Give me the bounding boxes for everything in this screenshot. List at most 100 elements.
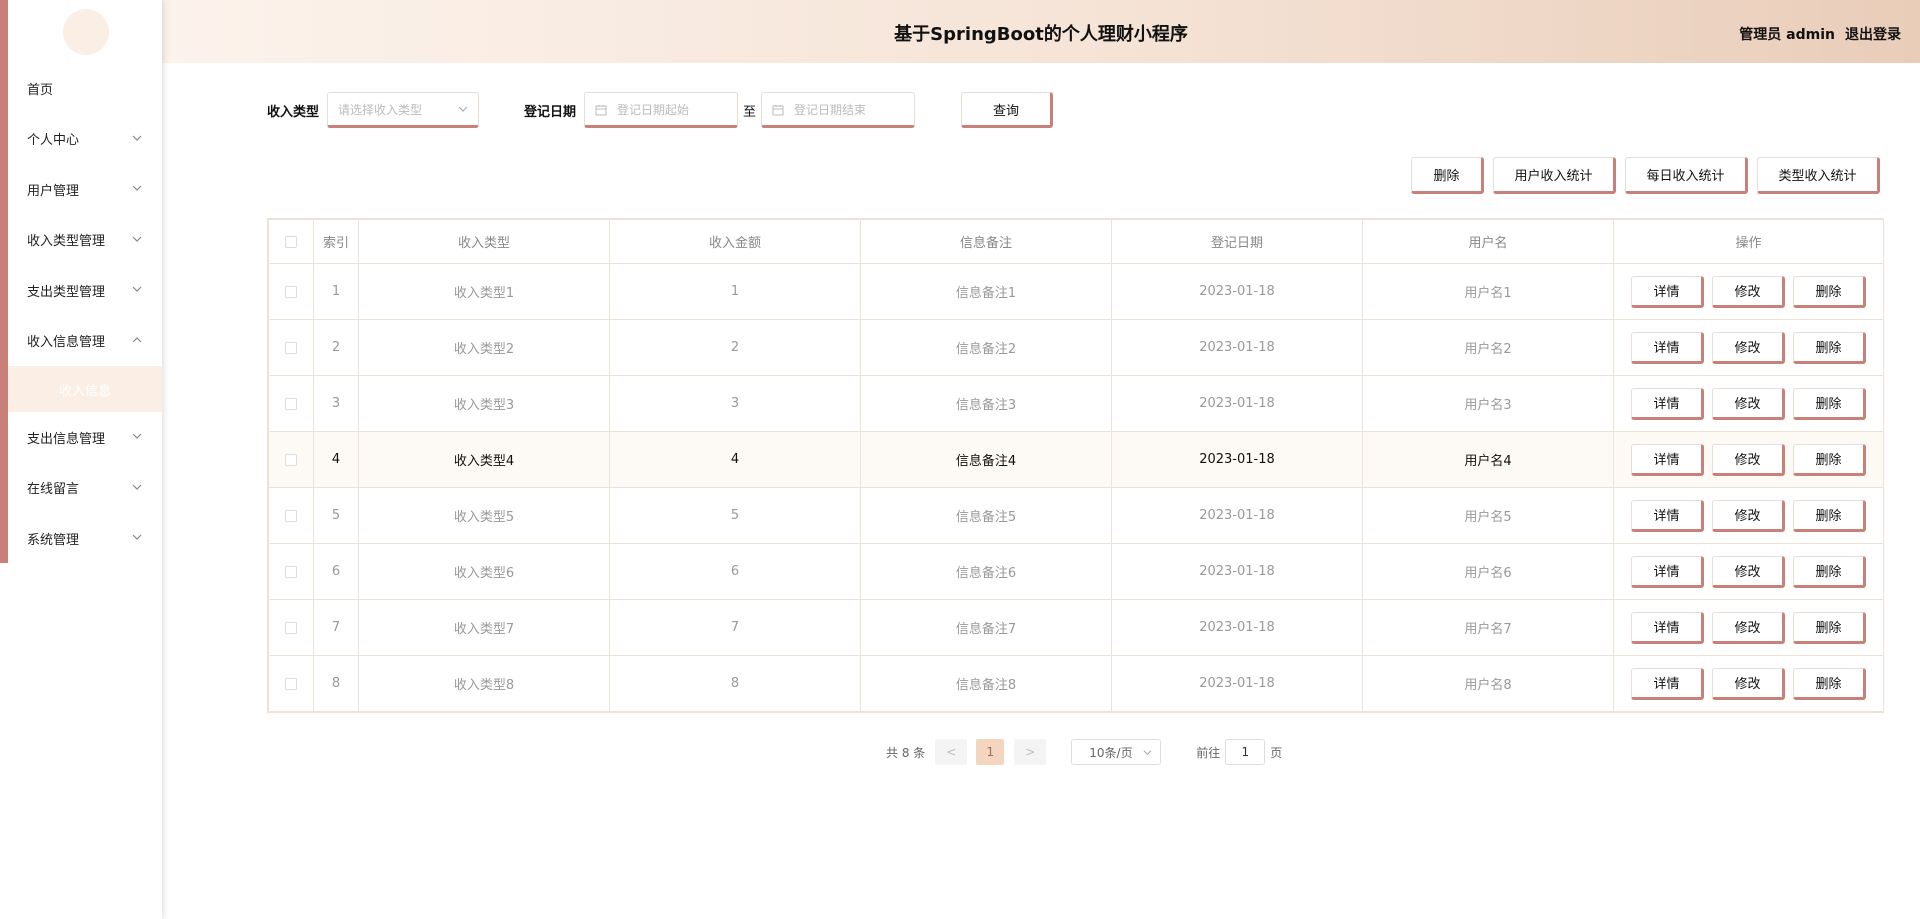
sidebar-item-label: 在线留言: [27, 482, 80, 498]
detail-button[interactable]: 详情: [1631, 499, 1704, 532]
column-header: 信息备注: [860, 219, 1112, 264]
note-cell: 信息备注1: [860, 263, 1112, 320]
delete-button[interactable]: 删除: [1793, 443, 1866, 476]
query-button[interactable]: 查询: [961, 92, 1054, 128]
detail-button[interactable]: 详情: [1631, 387, 1704, 420]
column-header: 登记日期: [1111, 219, 1363, 264]
detail-button[interactable]: 详情: [1631, 667, 1704, 700]
date-start-placeholder: 登记日期起始: [617, 102, 690, 117]
operations-cell: 详情 修改 删除: [1613, 375, 1884, 432]
operations-cell: 详情 修改 删除: [1613, 543, 1884, 600]
calendar-icon: [772, 105, 784, 116]
next-page-button[interactable]: >: [1014, 739, 1047, 765]
operations-cell: 详情 修改 删除: [1613, 319, 1884, 376]
row-select-cell[interactable]: [268, 375, 314, 432]
sidebar-item-system-management[interactable]: 系统管理: [8, 513, 162, 564]
sidebar-item-expense-type-management[interactable]: 支出类型管理: [8, 265, 162, 316]
row-select-cell[interactable]: [268, 431, 314, 488]
note-cell: 信息备注7: [860, 599, 1112, 656]
row-checkbox[interactable]: [285, 397, 297, 410]
sidebar-item-label: 收入信息管理: [27, 335, 106, 351]
delete-button[interactable]: 删除: [1793, 611, 1866, 644]
type-income-stats-button[interactable]: 类型收入统计: [1757, 157, 1880, 194]
detail-button[interactable]: 详情: [1631, 611, 1704, 644]
search-bar: 收入类型 请选择收入类型 登记日期 登记日期起始 至 登记日期结束 查询: [267, 92, 1054, 128]
user-income-stats-button[interactable]: 用户收入统计: [1493, 157, 1616, 194]
table-row: 6 收入类型6 6 信息备注6 2023-01-18 用户名6 详情 修改 删除: [268, 543, 1884, 600]
chevron-down-icon: [132, 183, 142, 193]
sidebar-item-online-message[interactable]: 在线留言: [8, 463, 162, 514]
sidebar-item-personal-center[interactable]: 个人中心: [8, 114, 162, 165]
delete-button[interactable]: 删除: [1793, 499, 1866, 532]
edit-button[interactable]: 修改: [1712, 331, 1785, 364]
detail-button[interactable]: 详情: [1631, 275, 1704, 308]
edit-button[interactable]: 修改: [1712, 555, 1785, 588]
income-type-cell: 收入类型2: [358, 319, 610, 376]
sidebar-subitem-label: 收入信息: [58, 383, 111, 399]
app-title: 基于SpringBoot的个人理财小程序: [894, 24, 1188, 45]
detail-button[interactable]: 详情: [1631, 331, 1704, 364]
goto-page-input[interactable]: [1225, 739, 1266, 765]
edit-button[interactable]: 修改: [1712, 499, 1785, 532]
delete-button[interactable]: 删除: [1793, 667, 1866, 700]
date-range-separator: 至: [743, 104, 757, 120]
operations-cell: 详情 修改 删除: [1613, 487, 1884, 544]
table-header-row: 索引 收入类型 收入金额 信息备注 登记日期 用户名 操作: [268, 219, 1884, 264]
delete-button[interactable]: 删除: [1793, 331, 1866, 364]
row-checkbox[interactable]: [285, 621, 297, 634]
chevron-down-icon: [132, 284, 142, 294]
row-checkbox[interactable]: [285, 285, 297, 298]
sidebar-item-user-management[interactable]: 用户管理: [8, 164, 162, 215]
batch-delete-button[interactable]: 删除: [1411, 157, 1484, 194]
edit-button[interactable]: 修改: [1712, 387, 1785, 420]
row-select-cell[interactable]: [268, 487, 314, 544]
sidebar-item-label: 支出信息管理: [27, 431, 106, 447]
operations-cell: 详情 修改 删除: [1613, 263, 1884, 320]
row-checkbox[interactable]: [285, 509, 297, 522]
index-cell: 7: [313, 599, 359, 656]
edit-button[interactable]: 修改: [1712, 667, 1785, 700]
income-type-placeholder: 请选择收入类型: [338, 102, 423, 117]
chevron-down-icon: [132, 532, 142, 542]
row-checkbox[interactable]: [285, 677, 297, 690]
row-select-cell[interactable]: [268, 599, 314, 656]
delete-button[interactable]: 删除: [1793, 555, 1866, 588]
detail-button[interactable]: 详情: [1631, 555, 1704, 588]
row-select-cell[interactable]: [268, 655, 314, 712]
operations-cell: 详情 修改 删除: [1613, 599, 1884, 656]
sidebar-item-income-type-management[interactable]: 收入类型管理: [8, 215, 162, 266]
select-all-checkbox[interactable]: [285, 235, 297, 248]
edit-button[interactable]: 修改: [1712, 275, 1785, 308]
page-number-button[interactable]: 1: [976, 739, 1005, 765]
logout-link[interactable]: 退出登录: [1845, 24, 1901, 44]
row-checkbox[interactable]: [285, 565, 297, 578]
delete-button[interactable]: 删除: [1793, 387, 1866, 420]
index-cell: 2: [313, 319, 359, 376]
sidebar-item-income-info-management[interactable]: 收入信息管理: [8, 316, 162, 367]
page-size-select[interactable]: 10条/页: [1071, 739, 1162, 765]
sidebar-item-expense-info-management[interactable]: 支出信息管理: [8, 412, 162, 463]
chevron-up-icon: [132, 335, 142, 345]
delete-button[interactable]: 删除: [1793, 275, 1866, 308]
row-select-cell[interactable]: [268, 543, 314, 600]
income-type-cell: 收入类型8: [358, 655, 610, 712]
sidebar-item-home[interactable]: 首页: [8, 63, 162, 114]
sidebar-subitem-income-info[interactable]: 收入信息: [8, 366, 162, 412]
daily-income-stats-button[interactable]: 每日收入统计: [1625, 157, 1748, 194]
edit-button[interactable]: 修改: [1712, 611, 1785, 644]
row-checkbox[interactable]: [285, 341, 297, 354]
row-select-cell[interactable]: [268, 319, 314, 376]
chevron-down-icon: [1143, 750, 1152, 756]
prev-page-button[interactable]: <: [935, 739, 968, 765]
date-start-input[interactable]: 登记日期起始: [584, 92, 739, 128]
column-header: 用户名: [1362, 219, 1614, 264]
select-all-cell[interactable]: [268, 219, 314, 264]
row-select-cell[interactable]: [268, 263, 314, 320]
edit-button[interactable]: 修改: [1712, 443, 1785, 476]
table-row: 5 收入类型5 5 信息备注5 2023-01-18 用户名5 详情 修改 删除: [268, 487, 1884, 544]
row-checkbox[interactable]: [285, 453, 297, 466]
income-type-select[interactable]: 请选择收入类型: [327, 92, 480, 128]
income-type-cell: 收入类型3: [358, 375, 610, 432]
detail-button[interactable]: 详情: [1631, 443, 1704, 476]
date-end-input[interactable]: 登记日期结束: [761, 92, 916, 128]
